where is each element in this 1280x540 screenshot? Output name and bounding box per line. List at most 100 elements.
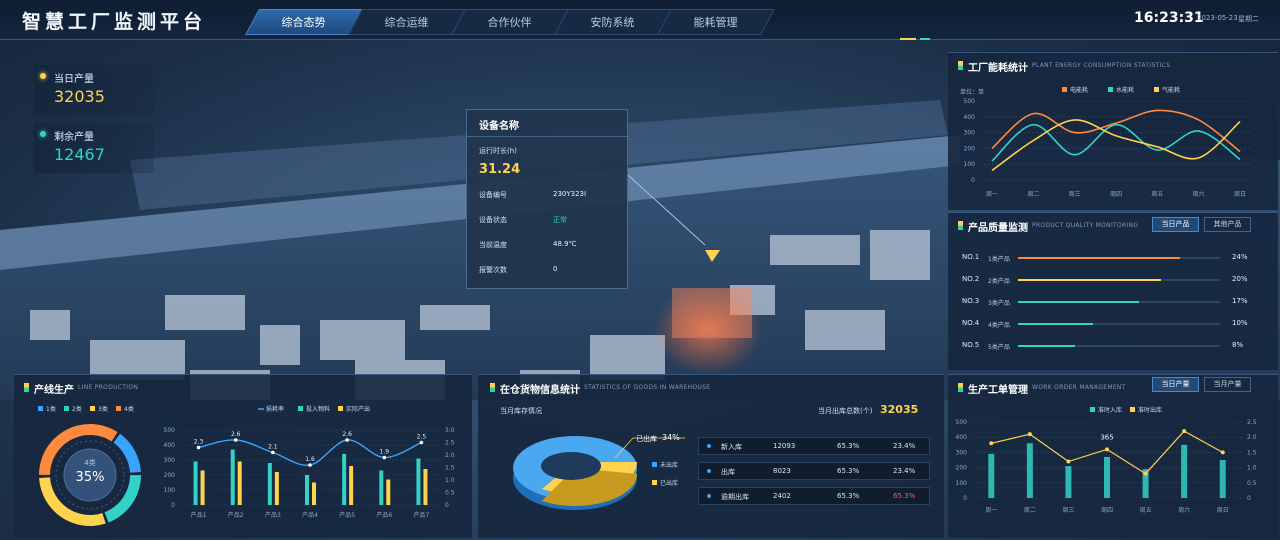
warehouse-row-name: 逾期出库 <box>721 493 749 501</box>
y2-tick-label: 1.5 <box>1247 449 1257 456</box>
quality-row: NO.4 4类产品 10% <box>960 316 1256 332</box>
row-dot-icon <box>707 494 711 498</box>
header-accent-bar <box>900 38 916 40</box>
y2-tick-label: 0.5 <box>1247 480 1257 487</box>
quality-bar-track <box>1018 323 1220 325</box>
x-tick-label: 产品5 <box>339 511 355 519</box>
quality-row: NO.5 5类产品 8% <box>960 338 1256 354</box>
tab-operations[interactable]: 综合运维 <box>348 9 466 35</box>
quality-bar-track <box>1018 345 1220 347</box>
y2-tick-label: 2.0 <box>1247 434 1257 441</box>
quality-percent: 10% <box>1232 319 1248 327</box>
y2-tick-label: 1.0 <box>445 477 455 484</box>
y-tick-label: 300 <box>964 130 976 137</box>
donut-slice <box>113 433 141 473</box>
quality-product-name: 2类产品 <box>988 278 1010 285</box>
month-output-button[interactable]: 当月产量 <box>1204 377 1251 392</box>
production-bar <box>416 458 421 505</box>
donut-legend-swatch <box>90 406 95 411</box>
warehouse-row-name: 出库 <box>721 468 735 476</box>
donut-legend-label: 3类 <box>98 405 108 413</box>
loss-rate-label: 2.6 <box>342 431 352 438</box>
production-bar <box>312 482 316 505</box>
tab-overview[interactable]: 综合态势 <box>245 9 363 35</box>
alarm-count-value: 0 <box>553 265 558 273</box>
x-tick-label: 产品3 <box>265 511 281 519</box>
other-products-button[interactable]: 其他产品 <box>1204 217 1251 232</box>
loss-rate-point <box>345 438 349 442</box>
loss-rate-label: 2.1 <box>268 444 278 451</box>
page-title: 智慧工厂监测平台 <box>22 11 207 33</box>
donut-legend-label: 1类 <box>46 405 56 413</box>
dashboard: 智慧工厂监测平台 综合态势 综合运维 合作伙伴 安防系统 能耗管理 16:23:… <box>0 0 1280 540</box>
work-order-bar <box>988 453 995 498</box>
warehouse-row-count: 12093 <box>773 442 796 450</box>
panel-title-icon <box>24 383 29 392</box>
y-tick-label: 100 <box>964 161 976 168</box>
line-production-chart: 0 100 200 300 400 500 0 0.5 1.0 1.5 2.0 2.5 3.0 损耗率 投入… <box>164 405 455 519</box>
divider <box>467 136 629 137</box>
quality-bar-fill <box>1018 279 1162 281</box>
quality-product-name: 3类产品 <box>988 300 1010 307</box>
loss-rate-point <box>271 450 275 455</box>
y-tick-label: 200 <box>164 472 176 479</box>
panel-title-icon <box>958 383 963 392</box>
tab-security[interactable]: 安防系统 <box>554 9 672 35</box>
quality-bar-fill <box>1018 301 1140 303</box>
quality-panel-subtitle: PRODUCT QUALITY MONITORING <box>1032 222 1139 229</box>
x-tick-label: 周四 <box>1101 507 1113 514</box>
y2-tick-label: 1.0 <box>1247 465 1257 472</box>
today-products-button[interactable]: 当日产品 <box>1152 217 1199 232</box>
tab-partners[interactable]: 合作伙伴 <box>451 9 569 35</box>
x-tick-label: 周一 <box>986 191 998 198</box>
month-total-value: 32035 <box>880 403 919 416</box>
x-tick-label: 周二 <box>1024 507 1036 514</box>
quality-panel-title: 产品质量监测 <box>968 223 1028 234</box>
quality-product-name: 5类产品 <box>988 344 1010 351</box>
warehouse-row-name: 新入库 <box>721 443 742 451</box>
warehouse-row-pct1: 65.3% <box>837 492 860 500</box>
warehouse-row-count: 2402 <box>773 492 791 500</box>
legend-label: 投入物料 <box>306 405 330 413</box>
production-bar <box>379 470 384 505</box>
clock-time: 16:23:31 <box>1134 10 1204 26</box>
tab-energy[interactable]: 能耗管理 <box>657 9 775 35</box>
quality-rank: NO.1 <box>962 253 980 261</box>
x-tick-label: 周二 <box>1027 191 1039 198</box>
quality-rank: NO.5 <box>962 341 980 349</box>
shipped-percent: 34% <box>662 433 680 442</box>
warehouse-panel-subtitle: STATISTICS OF GOODS IN WAREHOUSE <box>584 384 711 391</box>
warehouse-row-pct2: 23.4% <box>893 442 916 450</box>
production-bar <box>305 475 309 505</box>
donut-legend-swatch <box>38 406 43 411</box>
header-accent-bar <box>920 38 930 40</box>
x-tick-label: 产品7 <box>414 511 430 519</box>
ontime-out-point <box>1105 447 1109 452</box>
today-output-button[interactable]: 当日产量 <box>1152 377 1199 392</box>
warehouse-panel-title: 在仓货物信息统计 <box>500 385 580 396</box>
x-tick-label: 产品4 <box>302 511 318 519</box>
quality-rank: NO.3 <box>962 297 980 305</box>
legend-label: 实际产出 <box>346 405 370 413</box>
y-tick-label: 100 <box>164 487 176 494</box>
legend-label: 准时入库 <box>1098 406 1122 414</box>
legend-label: 电能耗 <box>1070 86 1088 94</box>
top-header: 智慧工厂监测平台 综合态势 综合运维 合作伙伴 安防系统 能耗管理 16:23:… <box>0 0 1280 40</box>
ontime-out-point <box>1143 471 1148 476</box>
x-tick-label: 产品1 <box>191 511 207 519</box>
loss-rate-point <box>382 455 387 460</box>
legend-swatch <box>1090 407 1095 412</box>
loss-rate-point <box>196 445 201 450</box>
y2-tick-label: 2.0 <box>445 452 455 459</box>
row-dot-icon <box>707 444 711 448</box>
legend-not-shipped: 未出库 <box>660 462 679 469</box>
device-name-title: 设备名称 <box>479 121 519 132</box>
quality-percent: 8% <box>1232 341 1244 349</box>
panel-title-icon <box>490 383 495 392</box>
status-dot-icon <box>40 73 46 79</box>
loss-rate-label: 2.5 <box>417 434 427 441</box>
legend-swatch <box>298 406 303 411</box>
panel-title-icon <box>958 221 963 230</box>
device-info-popup[interactable]: 设备名称 运行时长(h) 31.24 设备编号 230Y323I 设备状态 正常… <box>466 109 629 289</box>
panel-title-icon <box>958 61 963 70</box>
